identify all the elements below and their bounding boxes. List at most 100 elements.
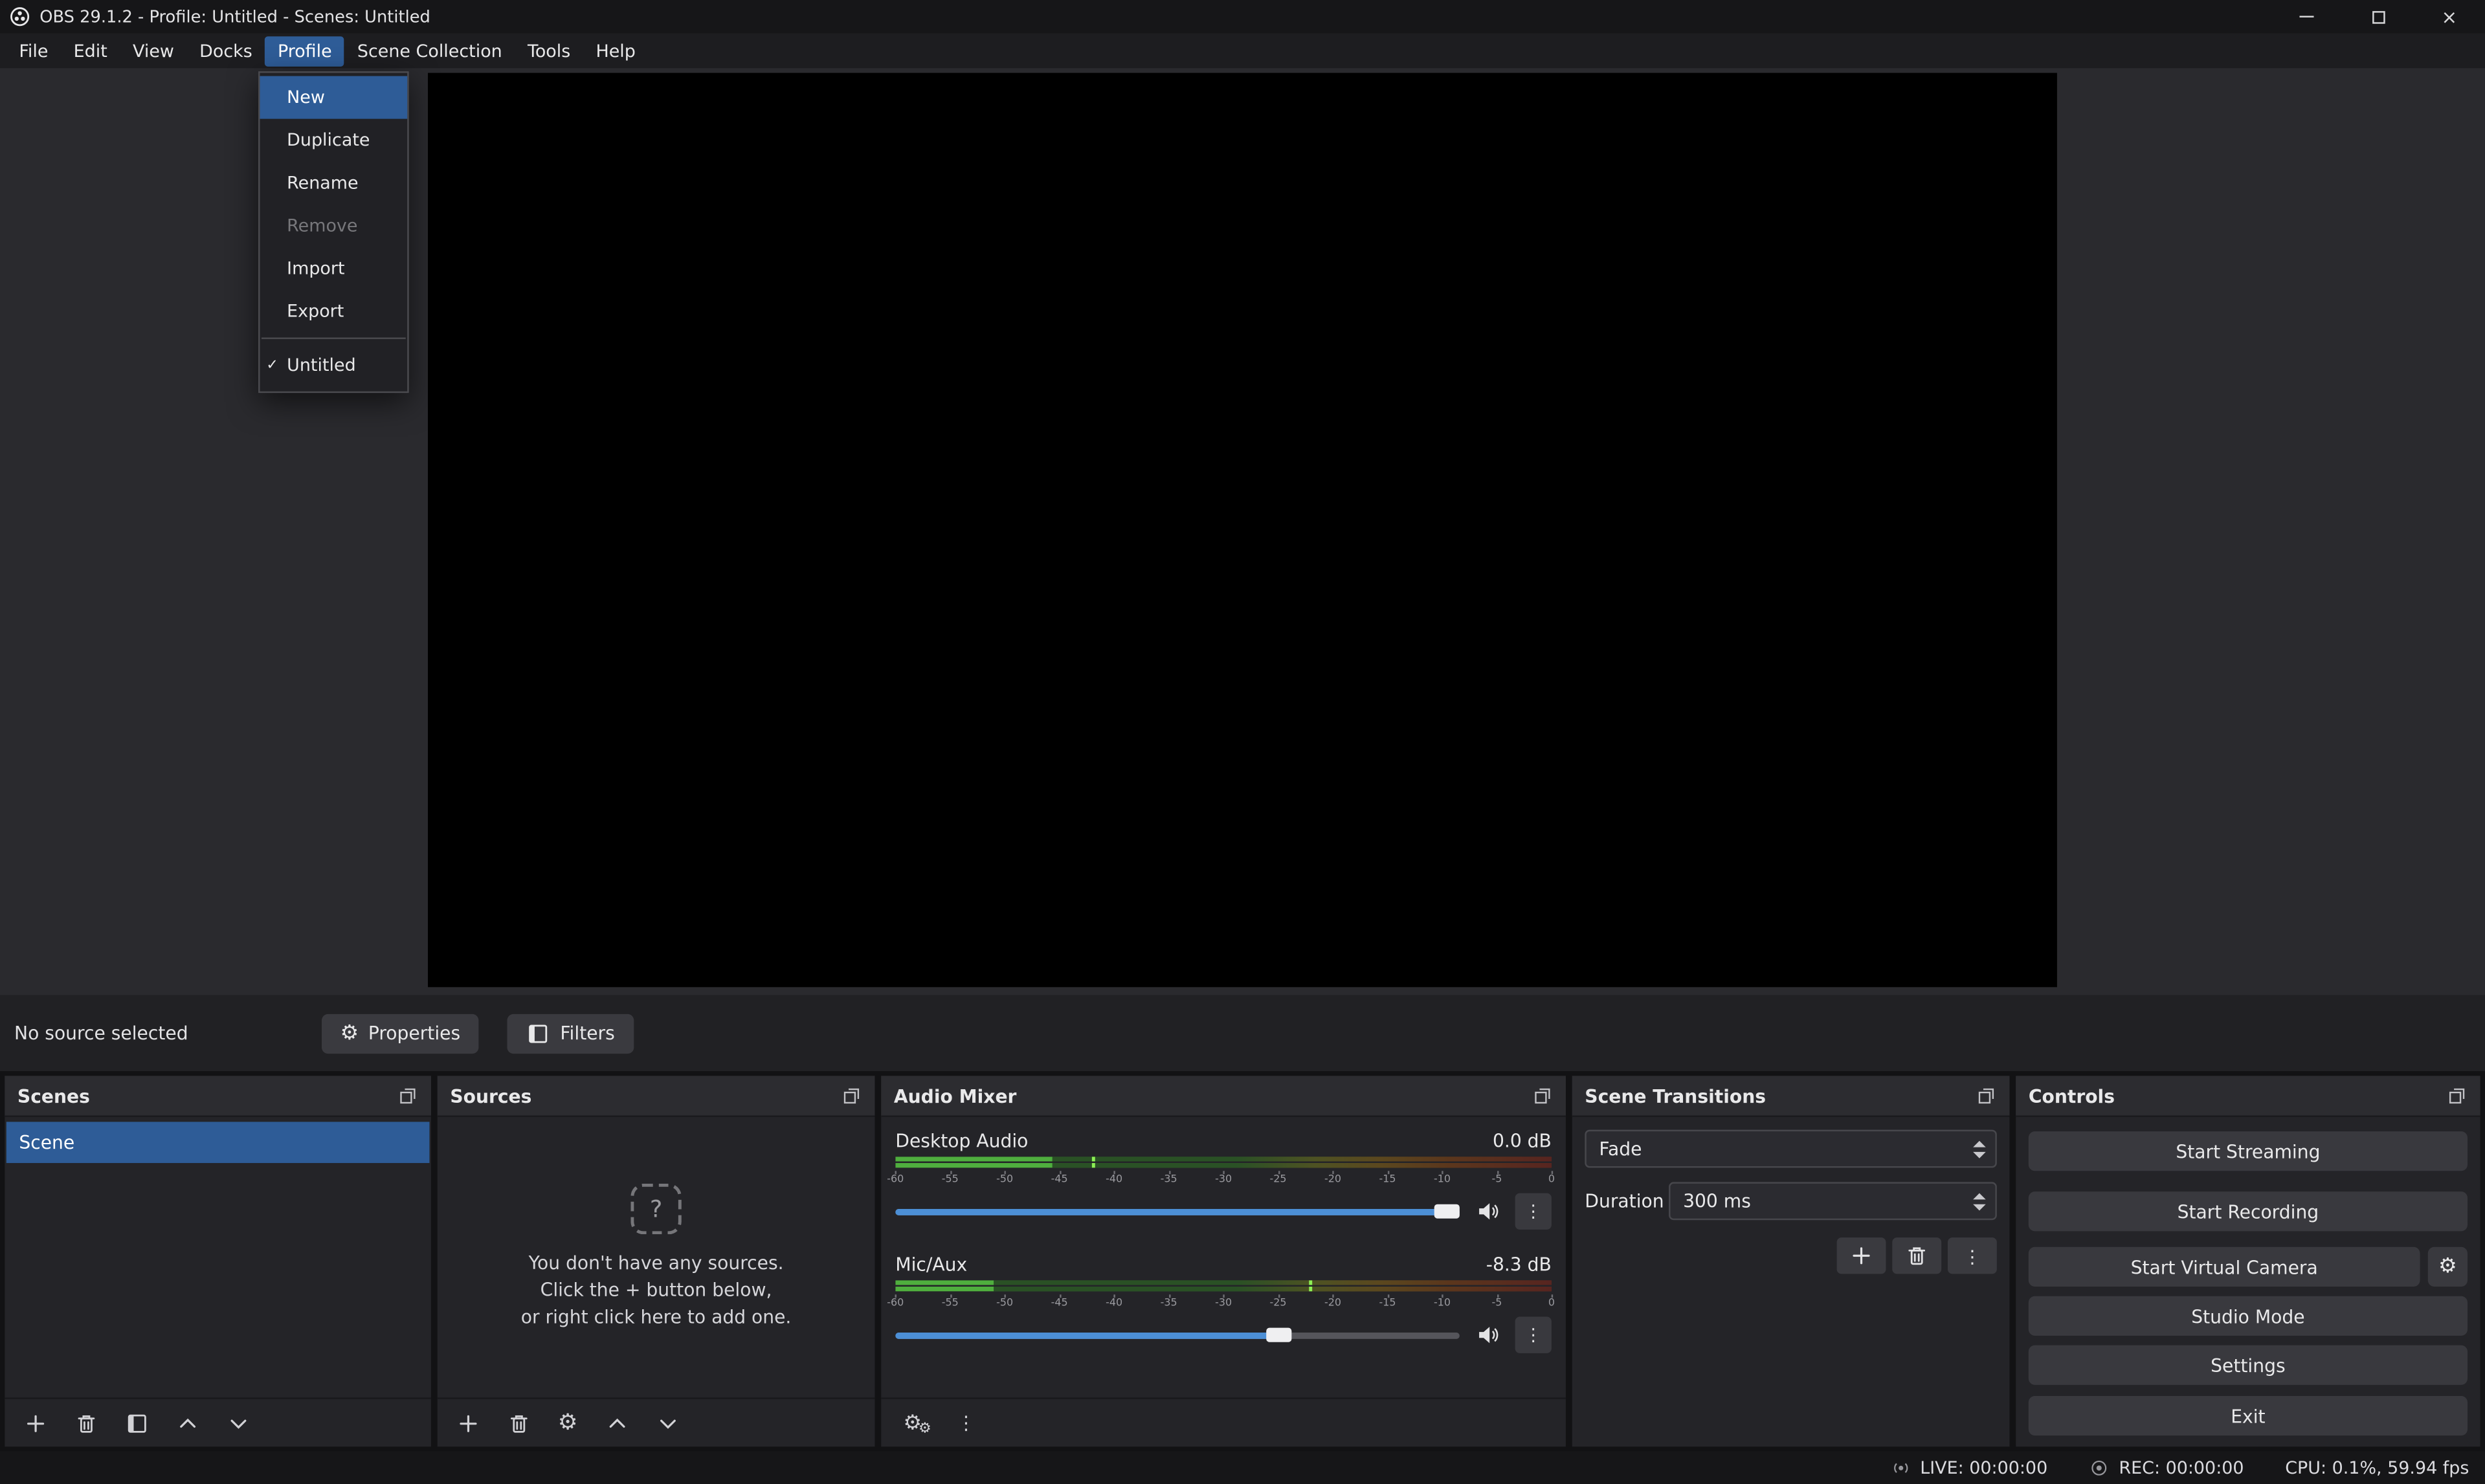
popout-icon[interactable] [1533, 1085, 1554, 1106]
obs-app: OBS 29.1.2 - Profile: Untitled - Scenes:… [0, 0, 2485, 1484]
add-scene-button[interactable] [24, 1411, 48, 1435]
menu-item-rename[interactable]: Rename [260, 162, 408, 205]
trash-icon [1905, 1244, 1929, 1268]
volume-meter [895, 1280, 1552, 1291]
meter-scale: -60-55-50-45-40-35-30-25-20-15-10-50 [895, 1171, 1552, 1186]
live-time: LIVE: 00:00:00 [1920, 1457, 2047, 1478]
channel-name: Mic/Aux [895, 1252, 967, 1274]
sources-empty-state[interactable]: ? You don't have any sources. Click the … [438, 1117, 875, 1397]
gear-icon: ⚙ [919, 1422, 931, 1436]
transition-properties-button[interactable]: ⋮ [1948, 1237, 1997, 1274]
transition-select[interactable]: Fade [1585, 1130, 1997, 1168]
start-recording-button[interactable]: Start Recording [2029, 1191, 2468, 1231]
scenes-toolbar [5, 1397, 431, 1446]
properties-button[interactable]: ⚙ Properties [321, 1013, 479, 1053]
source-toolbar-buttons: ⚙ Properties Filters [321, 1013, 634, 1053]
menu-file[interactable]: File [6, 36, 61, 66]
mute-speaker-icon[interactable] [1475, 1199, 1499, 1223]
spinbox-arrows-icon[interactable] [1973, 1184, 1986, 1219]
statusbar: LIVE: 00:00:00 REC: 00:00:00 CPU: 0.1%, … [0, 1452, 2485, 1484]
titlebar[interactable]: OBS 29.1.2 - Profile: Untitled - Scenes:… [0, 0, 2485, 33]
menu-tools[interactable]: Tools [515, 36, 583, 66]
minimize-icon [2299, 16, 2313, 17]
menu-profile[interactable]: Profile [265, 36, 344, 66]
scene-filters-button[interactable] [125, 1411, 149, 1435]
move-scene-up-button[interactable] [176, 1411, 200, 1435]
source-properties-button[interactable]: ⚙ [558, 1412, 578, 1434]
menu-docks[interactable]: Docks [187, 36, 265, 66]
empty-line-2: Click the + button below, [540, 1278, 772, 1304]
volume-slider[interactable] [895, 1324, 1460, 1346]
menu-scene-collection[interactable]: Scene Collection [344, 36, 515, 66]
kebab-icon: ⋮ [1963, 1245, 1981, 1267]
channel-options-button[interactable]: ⋮ [1515, 1193, 1552, 1230]
scene-transitions-dock-header[interactable]: Scene Transitions [1572, 1076, 2010, 1117]
scenes-dock-header[interactable]: Scenes [5, 1076, 431, 1117]
mixer-options-button[interactable]: ⋮ [957, 1412, 975, 1434]
menu-edit[interactable]: Edit [61, 36, 120, 66]
popout-icon[interactable] [1976, 1085, 1997, 1106]
mixer-channel-desktop-audio: Desktop Audio 0.0 dB -60-55-50-45-40-35-… [895, 1127, 1552, 1230]
move-scene-down-button[interactable] [227, 1411, 251, 1435]
start-streaming-button[interactable]: Start Streaming [2029, 1131, 2468, 1171]
controls-dock-header[interactable]: Controls [2016, 1076, 2480, 1117]
meter-scale: -60-55-50-45-40-35-30-25-20-15-10-50 [895, 1294, 1552, 1310]
menu-item-export[interactable]: Export [260, 290, 408, 333]
empty-line-1: You don't have any sources. [529, 1251, 784, 1278]
audio-mixer-dock-header[interactable]: Audio Mixer [881, 1076, 1566, 1117]
scene-list-item[interactable]: Scene [6, 1122, 430, 1163]
empty-line-3: or right click here to add one. [521, 1304, 792, 1331]
remove-transition-button[interactable] [1892, 1237, 1941, 1274]
scenes-dock: Scenes Scene [5, 1076, 431, 1446]
channel-options-button[interactable]: ⋮ [1515, 1317, 1552, 1353]
advanced-audio-properties-button[interactable]: ⚙⚙ [904, 1413, 922, 1434]
move-source-down-button[interactable] [656, 1411, 680, 1435]
studio-mode-button[interactable]: Studio Mode [2029, 1296, 2468, 1336]
minimize-button[interactable] [2271, 0, 2342, 33]
gear-icon: ⚙ [558, 1410, 578, 1435]
exit-button[interactable]: Exit [2029, 1396, 2468, 1435]
menu-item-new[interactable]: New [260, 76, 408, 119]
sources-title: Sources [450, 1085, 531, 1107]
menu-help[interactable]: Help [583, 36, 649, 66]
close-button[interactable]: × [2414, 0, 2485, 33]
filters-button[interactable]: Filters [508, 1013, 634, 1053]
remove-source-button[interactable] [507, 1411, 531, 1435]
scene-transitions-body: Fade Duration 300 ms [1572, 1117, 2010, 1287]
duration-spinbox[interactable]: 300 ms [1669, 1182, 1997, 1220]
kebab-icon: ⋮ [1524, 1325, 1542, 1346]
preview-canvas[interactable] [428, 73, 2057, 988]
record-icon [2089, 1457, 2110, 1478]
settings-button[interactable]: Settings [2029, 1346, 2468, 1385]
sources-dock-header[interactable]: Sources [438, 1076, 875, 1117]
audio-mixer-dock: Audio Mixer Desktop Audio 0.0 dB - [881, 1076, 1566, 1446]
maximize-button[interactable] [2343, 0, 2414, 33]
scene-list[interactable]: Scene [5, 1117, 431, 1397]
menu-item-import[interactable]: Import [260, 247, 408, 290]
virtual-camera-settings-button[interactable]: ⚙ [2428, 1247, 2468, 1287]
remove-scene-button[interactable] [74, 1411, 98, 1435]
window-controls: × [2271, 0, 2485, 33]
menu-item-duplicate[interactable]: Duplicate [260, 119, 408, 162]
rec-time: REC: 00:00:00 [2119, 1457, 2244, 1478]
move-source-up-button[interactable] [605, 1411, 629, 1435]
obs-window: OBS 29.1.2 - Profile: Untitled - Scenes:… [0, 0, 2485, 1484]
volume-slider[interactable] [895, 1201, 1460, 1223]
popout-icon[interactable] [398, 1085, 419, 1106]
volume-slider-handle[interactable] [1266, 1327, 1291, 1341]
filter-icon [527, 1021, 551, 1045]
menu-view[interactable]: View [120, 36, 186, 66]
start-virtual-camera-button[interactable]: Start Virtual Camera [2029, 1247, 2420, 1287]
add-transition-button[interactable] [1837, 1237, 1886, 1274]
volume-slider-handle[interactable] [1434, 1203, 1460, 1217]
menu-item-profile-untitled[interactable]: ✓ Untitled [260, 344, 408, 386]
audio-mixer-body: Desktop Audio 0.0 dB -60-55-50-45-40-35-… [881, 1117, 1566, 1397]
add-source-button[interactable] [456, 1411, 480, 1435]
channel-name: Desktop Audio [895, 1129, 1028, 1151]
plus-icon [1849, 1244, 1873, 1268]
popout-icon[interactable] [2447, 1085, 2468, 1106]
cpu-fps-text: CPU: 0.1%, 59.94 fps [2285, 1457, 2469, 1478]
mute-speaker-icon[interactable] [1475, 1323, 1499, 1347]
popout-icon[interactable] [841, 1085, 862, 1106]
gear-icon: ⚙ [340, 1023, 359, 1043]
